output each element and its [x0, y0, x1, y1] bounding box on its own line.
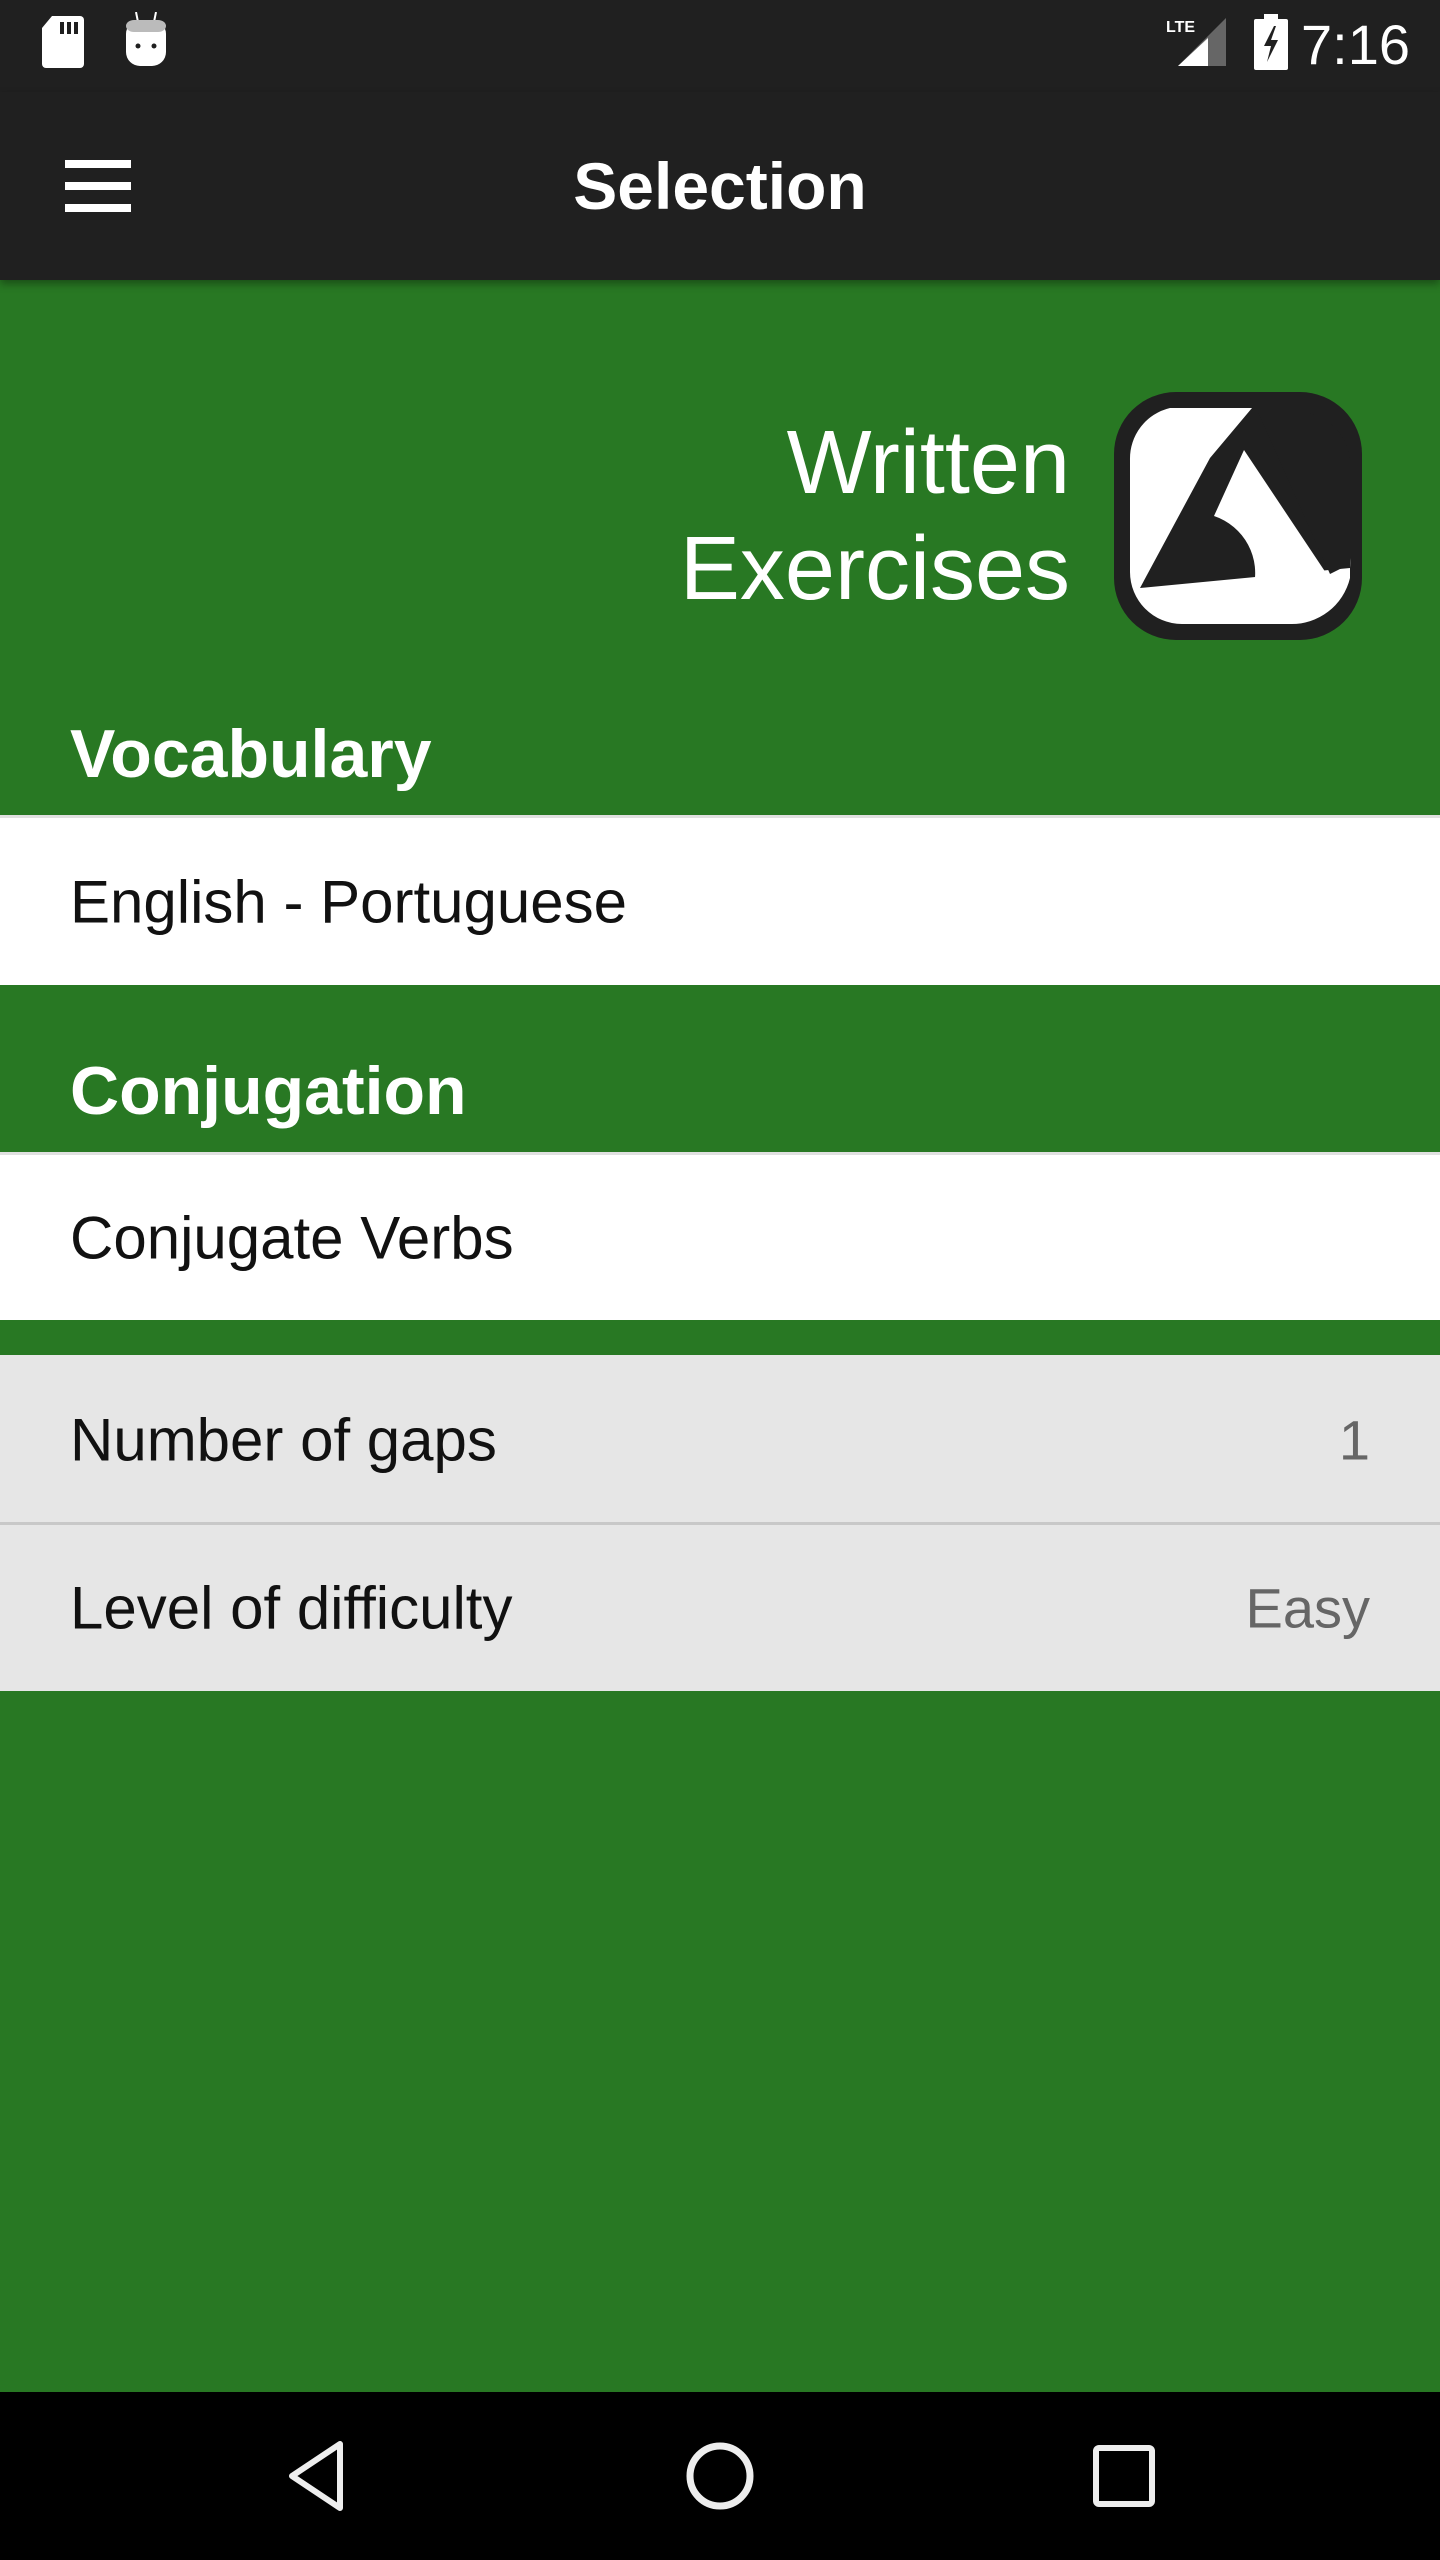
list-item-label: English - Portuguese [70, 868, 627, 935]
home-icon [686, 2442, 754, 2510]
hero-title-line1: Written [786, 413, 1070, 513]
recents-icon [1093, 2445, 1155, 2507]
setting-number-of-gaps[interactable]: Number of gaps 1 [0, 1355, 1440, 1524]
status-bar: LTE 7:16 [0, 0, 1440, 92]
list-item-label: Conjugate Verbs [70, 1204, 514, 1271]
back-button[interactable] [256, 2426, 376, 2526]
setting-value: Easy [1245, 1576, 1371, 1640]
system-nav-bar [0, 2392, 1440, 2560]
battery-charging-icon [1254, 14, 1288, 70]
hero-title: Written Exercises [680, 410, 1070, 622]
section-title: Vocabulary [70, 716, 432, 792]
app-toolbar: Selection [0, 92, 1440, 280]
section-header-vocabulary: Vocabulary [0, 700, 1440, 815]
setting-value: 1 [1338, 1408, 1370, 1471]
app-logo-icon [1114, 392, 1362, 640]
setting-label: Number of gaps [70, 1406, 497, 1473]
back-icon [289, 2441, 343, 2511]
sd-card-icon [42, 16, 84, 68]
list-item-conjugate-verbs[interactable]: Conjugate Verbs [0, 1152, 1440, 1320]
status-time: 7:16 [1301, 13, 1410, 76]
hero-title-line2: Exercises [679, 519, 1070, 619]
lte-signal-icon: LTE [1166, 18, 1226, 66]
setting-level-of-difficulty[interactable]: Level of difficulty Easy [0, 1525, 1440, 1691]
page-title: Selection [573, 149, 867, 223]
home-button[interactable] [660, 2426, 780, 2526]
list-item-english-portuguese[interactable]: English - Portuguese [0, 815, 1440, 985]
network-label: LTE [1166, 19, 1195, 36]
section-header-conjugation: Conjugation [0, 985, 1440, 1152]
android-debug-icon [126, 12, 166, 66]
recents-button[interactable] [1064, 2426, 1184, 2526]
setting-label: Level of difficulty [70, 1574, 513, 1642]
section-title: Conjugation [70, 1053, 467, 1129]
